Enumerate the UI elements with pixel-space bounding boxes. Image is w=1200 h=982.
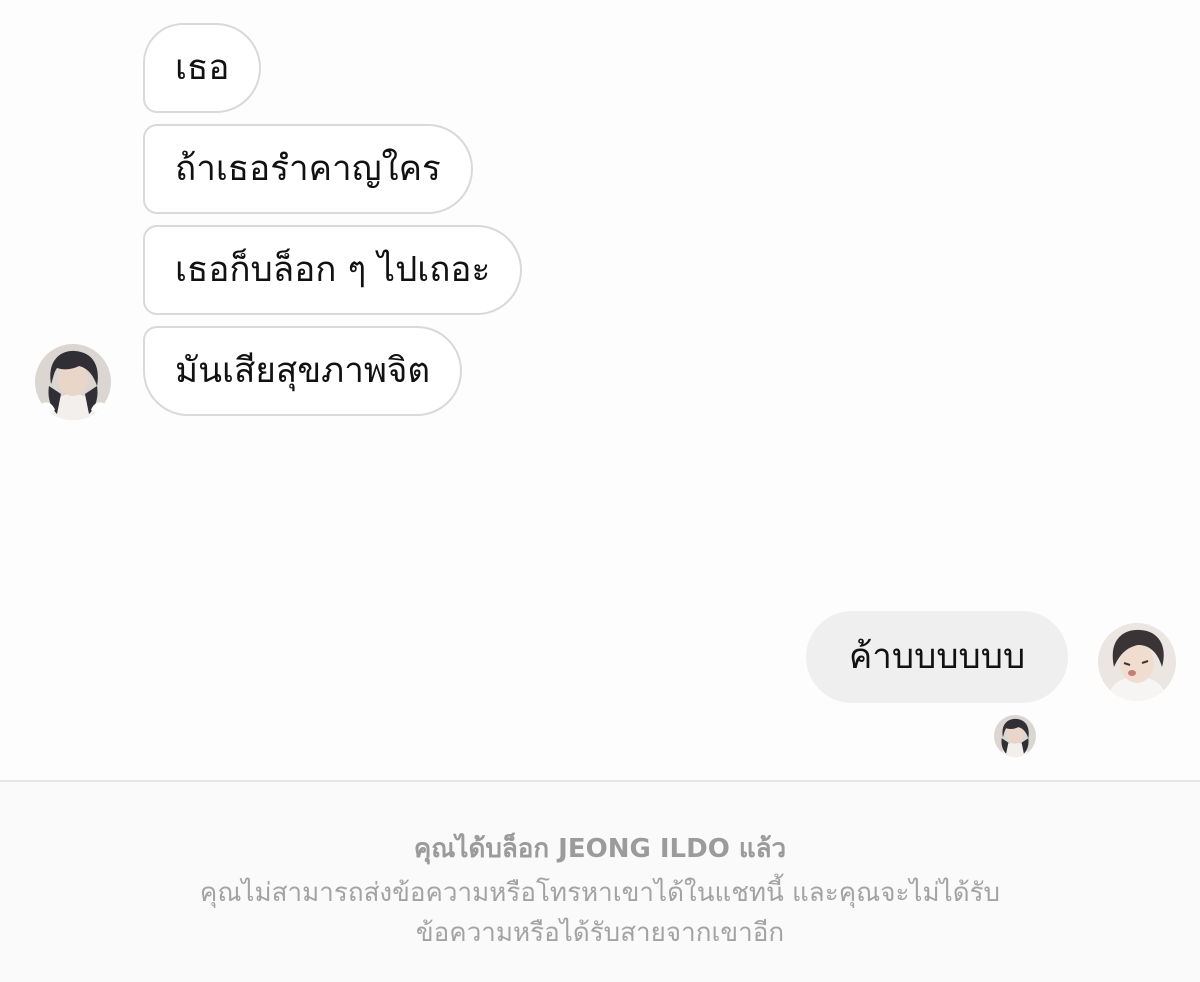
blocked-notice-description-line1: คุณไม่สามารถส่งข้อความหรือโทรหาเขาได้ในแ… [199, 878, 1001, 908]
incoming-message-bubble[interactable]: มันเสียสุขภาพจิต [143, 326, 463, 416]
chat-screen: เธอ ถ้าเธอรำคาญใคร เธอก็บล็อก ๆ ไปเถอะ ม… [0, 0, 1200, 982]
outgoing-message-bubble[interactable]: ค้าบบบบบบ [806, 611, 1068, 703]
user-avatar-icon[interactable] [1098, 623, 1176, 701]
incoming-message-bubble[interactable]: เธอก็บล็อก ๆ ไปเถอะ [143, 225, 523, 315]
incoming-message-bubble[interactable]: ถ้าเธอรำคาญใคร [143, 124, 473, 214]
incoming-message-bubble[interactable]: เธอ [143, 23, 262, 113]
seen-receipt-avatar-icon [994, 715, 1036, 757]
blocked-notice-description-line2: ข้อความหรือได้รับสายจากเขาอีก [415, 918, 785, 948]
contact-avatar-icon[interactable] [35, 344, 111, 420]
blocked-notice-title: คุณได้บล็อก JEONG ILDO แล้ว [413, 834, 787, 864]
